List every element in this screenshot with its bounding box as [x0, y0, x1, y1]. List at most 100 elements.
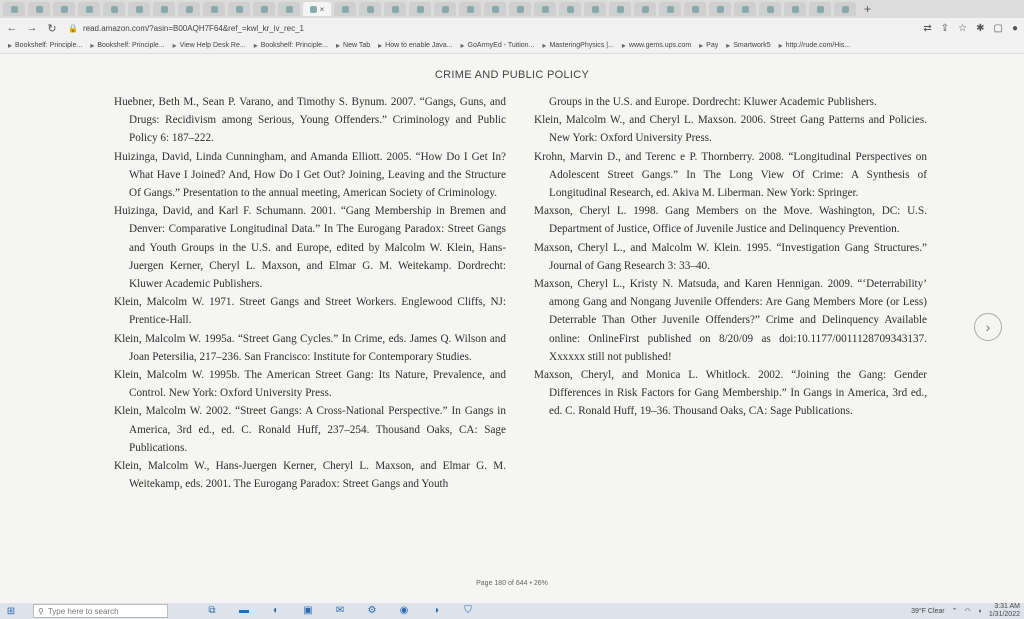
- network-icon[interactable]: ◠: [965, 607, 971, 615]
- bookmark-item[interactable]: ▸ www.gems.ups.com: [622, 41, 691, 50]
- browser-tab[interactable]: [584, 2, 606, 16]
- new-tab-button[interactable]: +: [864, 2, 871, 16]
- edge-icon[interactable]: ◐: [268, 605, 284, 617]
- bookmark-item[interactable]: ▸ View Help Desk Re...: [173, 41, 246, 50]
- browser-tab[interactable]: [709, 2, 731, 16]
- chrome-icon[interactable]: ◉: [396, 605, 412, 617]
- sidebar-icon[interactable]: ▢: [994, 23, 1003, 34]
- browser-tab-strip: × +: [0, 0, 1024, 18]
- browser-tab[interactable]: [103, 2, 125, 16]
- browser-tab[interactable]: [459, 2, 481, 16]
- extensions-icon[interactable]: ✱: [976, 23, 984, 34]
- browser-tab[interactable]: [53, 2, 75, 16]
- bookmark-icon: ▸: [253, 41, 258, 50]
- tab-favicon-icon: [341, 5, 349, 13]
- windows-start-icon[interactable]: ⊞: [3, 606, 19, 617]
- tab-favicon-icon: [791, 5, 799, 13]
- bookmark-label: How to enable Java...: [385, 42, 453, 49]
- reference-entry: Maxson, Cheryl L., and Malcolm W. Klein.…: [534, 241, 927, 272]
- translate-icon[interactable]: ⇄: [923, 23, 931, 34]
- store-icon[interactable]: ▣: [300, 605, 316, 617]
- tab-favicon-icon: [416, 5, 424, 13]
- browser-tab[interactable]: [509, 2, 531, 16]
- bookmark-item[interactable]: ▸ New Tab: [336, 41, 370, 50]
- browser-tab[interactable]: [3, 2, 25, 16]
- browser-tab[interactable]: [634, 2, 656, 16]
- taskbar: ⊞ ⚲ Type here to search ⧉ ▬ ◐ ▣ ✉ ⚙ ◉ ◑ …: [0, 603, 1024, 619]
- bookmark-item[interactable]: ▸ http://rude.com/His...: [779, 41, 851, 50]
- browser-tab[interactable]: [409, 2, 431, 16]
- browser-tab[interactable]: [559, 2, 581, 16]
- weather-text[interactable]: 39°F Clear: [911, 608, 945, 615]
- browser-tab[interactable]: [434, 2, 456, 16]
- tab-favicon-icon: [691, 5, 699, 13]
- bookmark-item[interactable]: ▸ Pay: [699, 41, 718, 50]
- browser-tab[interactable]: [534, 2, 556, 16]
- bookmark-icon: ▸: [542, 41, 547, 50]
- bookmark-item[interactable]: ▸ Bookshelf: Principle...: [8, 41, 82, 50]
- browser-tab[interactable]: [78, 2, 100, 16]
- volume-icon[interactable]: ◖: [978, 608, 982, 615]
- chevron-up-icon[interactable]: ⌃: [952, 607, 958, 615]
- browser-tab[interactable]: [609, 2, 631, 16]
- tab-favicon-icon: [110, 5, 118, 13]
- reload-icon[interactable]: ↻: [44, 22, 60, 35]
- bookmark-item[interactable]: ▸ How to enable Java...: [378, 41, 452, 50]
- browser-tab[interactable]: [278, 2, 300, 16]
- browser-tab[interactable]: [153, 2, 175, 16]
- left-column: Huebner, Beth M., Sean P. Varano, and Ti…: [114, 93, 506, 493]
- browser-tab[interactable]: [734, 2, 756, 16]
- back-icon[interactable]: ←: [4, 22, 20, 34]
- tab-favicon-icon: [716, 5, 724, 13]
- bookmark-item[interactable]: ▸ Bookshelf: Principle...: [90, 41, 164, 50]
- browser-tab[interactable]: [784, 2, 806, 16]
- browser-tab[interactable]: [684, 2, 706, 16]
- browser-tab[interactable]: [203, 2, 225, 16]
- file-explorer-icon[interactable]: ▬: [236, 605, 252, 617]
- browser-tab[interactable]: [384, 2, 406, 16]
- browser-tab[interactable]: [834, 2, 856, 16]
- browser-tab[interactable]: [28, 2, 50, 16]
- bookmark-label: GoArmyEd - Tuition...: [467, 42, 535, 49]
- browser-tab[interactable]: ×: [303, 2, 331, 16]
- forward-icon[interactable]: →: [24, 22, 40, 34]
- tab-favicon-icon: [35, 5, 43, 13]
- bookmark-label: New Tab: [343, 42, 371, 49]
- tab-favicon-icon: [616, 5, 624, 13]
- bookmark-icon: ▸: [726, 41, 731, 50]
- browser-tab[interactable]: [809, 2, 831, 16]
- close-tab-icon[interactable]: ×: [320, 5, 325, 14]
- star-icon[interactable]: ☆: [958, 23, 967, 34]
- tab-favicon-icon: [210, 5, 218, 13]
- bookmark-item[interactable]: ▸ MasteringPhysics |...: [542, 41, 613, 50]
- browser-tab[interactable]: [253, 2, 275, 16]
- edge-beta-icon[interactable]: ◑: [428, 605, 444, 617]
- url-text: read.amazon.com/?asin=B00AQH7F64&ref_=kw…: [82, 23, 304, 33]
- browser-tab[interactable]: [128, 2, 150, 16]
- browser-tab[interactable]: [484, 2, 506, 16]
- address-bar[interactable]: 🔒 read.amazon.com/?asin=B00AQH7F64&ref_=…: [68, 21, 888, 35]
- bookmark-label: Smartwork5: [733, 42, 771, 49]
- bookmark-item[interactable]: ▸ GoArmyEd - Tuition...: [460, 41, 534, 50]
- browser-tab[interactable]: [759, 2, 781, 16]
- bookmark-icon: ▸: [378, 41, 383, 50]
- shield-icon[interactable]: ⛉: [460, 605, 476, 617]
- bookmark-label: www.gems.ups.com: [628, 42, 692, 49]
- browser-tab[interactable]: [178, 2, 200, 16]
- browser-tab[interactable]: [359, 2, 381, 16]
- tab-favicon-icon: [666, 5, 674, 13]
- clock[interactable]: 3:31 AM 1/31/2022: [989, 603, 1020, 619]
- taskbar-search[interactable]: ⚲ Type here to search: [33, 604, 168, 618]
- browser-tab[interactable]: [659, 2, 681, 16]
- reference-entry: Klein, Malcolm W., and Cheryl L. Maxson.…: [534, 114, 927, 145]
- browser-tab[interactable]: [334, 2, 356, 16]
- bookmark-item[interactable]: ▸ Smartwork5: [726, 41, 770, 50]
- settings-icon[interactable]: ⚙: [364, 605, 380, 617]
- mail-icon[interactable]: ✉: [332, 605, 348, 617]
- profile-icon[interactable]: ●: [1012, 23, 1018, 34]
- bookmark-item[interactable]: ▸ Bookshelf: Principle...: [254, 41, 328, 50]
- share-icon[interactable]: ⇪: [941, 23, 949, 34]
- next-page-button[interactable]: ›: [974, 313, 1002, 341]
- browser-tab[interactable]: [228, 2, 250, 16]
- task-view-icon[interactable]: ⧉: [204, 605, 220, 617]
